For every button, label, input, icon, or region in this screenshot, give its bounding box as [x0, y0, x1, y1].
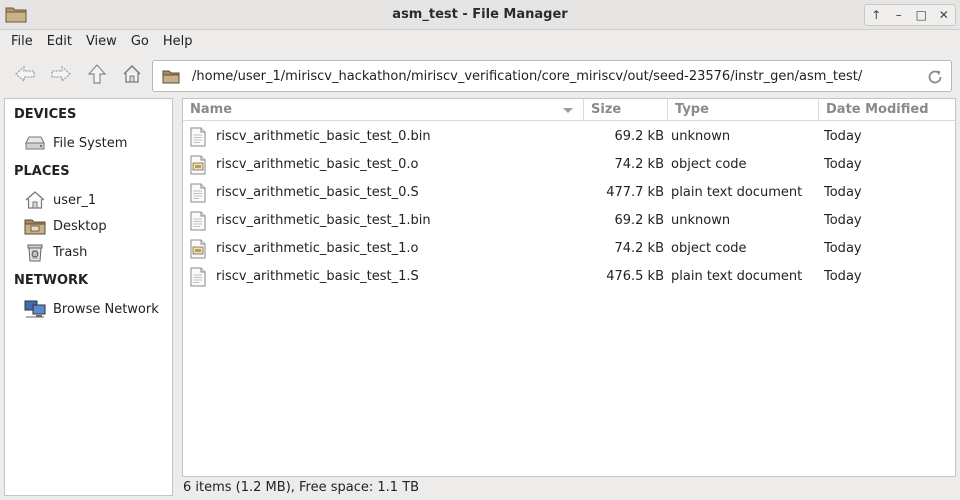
text-file-icon	[189, 267, 209, 287]
file-type: object code	[671, 157, 747, 172]
trash-icon	[24, 242, 46, 262]
menu-edit[interactable]: Edit	[40, 30, 79, 53]
binary-file-icon	[189, 211, 209, 231]
file-name: riscv_arithmetic_basic_test_1.bin	[216, 213, 431, 228]
table-row[interactable]: riscv_arithmetic_basic_test_0.bin 69.2 kB…	[183, 123, 955, 151]
file-date-modified: Today	[824, 185, 862, 200]
maximize-up-button[interactable]: ↑	[865, 5, 888, 25]
column-header-type[interactable]: Type	[668, 99, 819, 121]
section-header-network: NETWORK	[14, 273, 89, 288]
column-header-name[interactable]: Name	[183, 99, 584, 121]
file-date-modified: Today	[824, 241, 862, 256]
file-size: 477.7 kB	[606, 185, 664, 200]
side-pane: DEVICES File System PLACES user_1 Deskto…	[4, 98, 173, 496]
back-arrow-icon	[13, 64, 37, 88]
column-header-size[interactable]: Size	[584, 99, 668, 121]
file-name: riscv_arithmetic_basic_test_1.o	[216, 241, 419, 256]
status-bar: 6 items (1.2 MB), Free space: 1.1 TB	[183, 480, 420, 495]
sidebar-item-trash[interactable]: Trash	[24, 241, 87, 263]
forward-button[interactable]	[47, 62, 75, 90]
table-row[interactable]: riscv_arithmetic_basic_test_1.o 74.2 kB ob…	[183, 235, 955, 263]
home-button[interactable]	[118, 62, 146, 90]
title-bar: asm_test - File Manager ↑ – □ ✕	[0, 0, 960, 30]
folder-icon	[162, 69, 180, 84]
file-date-modified: Today	[824, 157, 862, 172]
sidebar-item-desktop[interactable]: Desktop	[24, 215, 107, 237]
desktop-folder-icon	[24, 216, 46, 236]
file-size: 74.2 kB	[614, 157, 664, 172]
window-title: asm_test - File Manager	[392, 7, 568, 22]
up-arrow-icon	[86, 63, 108, 89]
text-file-icon	[189, 183, 209, 203]
menu-file[interactable]: File	[4, 30, 40, 53]
close-button[interactable]: ✕	[933, 5, 956, 25]
sidebar-item-label: File System	[53, 135, 128, 151]
sidebar-item-user-1[interactable]: user_1	[24, 189, 96, 211]
table-row[interactable]: riscv_arithmetic_basic_test_1.S 476.5 kB p…	[183, 263, 955, 291]
file-size: 74.2 kB	[614, 241, 664, 256]
menu-help[interactable]: Help	[156, 30, 200, 53]
location-bar[interactable]: /home/user_1/miriscv_hackathon/miriscv_v…	[152, 60, 952, 92]
toolbar: /home/user_1/miriscv_hackathon/miriscv_v…	[0, 56, 960, 96]
home-icon	[121, 63, 143, 89]
section-header-places: PLACES	[14, 164, 70, 179]
sidebar-item-browse-network[interactable]: Browse Network	[24, 298, 159, 320]
file-list: Name Size Type Date Modified riscv_arith…	[182, 98, 956, 477]
reload-icon[interactable]	[926, 68, 944, 86]
location-path[interactable]: /home/user_1/miriscv_hackathon/miriscv_v…	[192, 69, 862, 84]
file-name: riscv_arithmetic_basic_test_1.S	[216, 269, 419, 284]
object-file-icon	[189, 239, 209, 259]
file-type: plain text document	[671, 185, 803, 200]
sidebar-item-label: Trash	[53, 244, 88, 260]
column-label: Name	[190, 102, 233, 117]
up-button[interactable]	[83, 62, 111, 90]
table-row[interactable]: riscv_arithmetic_basic_test_1.bin 69.2 kB…	[183, 207, 955, 235]
file-date-modified: Today	[824, 269, 862, 284]
file-size: 69.2 kB	[614, 129, 664, 144]
forward-arrow-icon	[49, 64, 73, 88]
object-file-icon	[189, 155, 209, 175]
sidebar-item-label: Desktop	[53, 218, 107, 234]
home-icon	[24, 190, 46, 210]
table-row[interactable]: riscv_arithmetic_basic_test_0.S 477.7 kB p…	[183, 179, 955, 207]
network-icon	[24, 299, 46, 319]
binary-file-icon	[189, 127, 209, 147]
file-size: 476.5 kB	[606, 269, 664, 284]
menu-bar: File Edit View Go Help	[0, 30, 960, 53]
menu-view[interactable]: View	[79, 30, 124, 53]
file-type: unknown	[671, 129, 731, 144]
sort-descending-icon	[563, 108, 573, 113]
file-name: riscv_arithmetic_basic_test_0.bin	[216, 129, 431, 144]
file-type: unknown	[671, 213, 731, 228]
column-header-date-modified[interactable]: Date Modified	[819, 99, 955, 121]
file-date-modified: Today	[824, 213, 862, 228]
sidebar-item-file-system[interactable]: File System	[24, 132, 127, 154]
file-type: plain text document	[671, 269, 803, 284]
drive-icon	[24, 133, 46, 153]
column-header-row: Name Size Type Date Modified	[183, 99, 955, 121]
table-row[interactable]: riscv_arithmetic_basic_test_0.o 74.2 kB ob…	[183, 151, 955, 179]
file-type: object code	[671, 241, 747, 256]
maximize-button[interactable]: □	[910, 5, 933, 25]
file-date-modified: Today	[824, 129, 862, 144]
file-name: riscv_arithmetic_basic_test_0.o	[216, 157, 419, 172]
window-controls: ↑ – □ ✕	[864, 4, 956, 26]
minimize-button[interactable]: –	[888, 5, 911, 25]
back-button[interactable]	[11, 62, 39, 90]
file-name: riscv_arithmetic_basic_test_0.S	[216, 185, 419, 200]
sidebar-item-label: Browse Network	[53, 301, 159, 317]
menu-go[interactable]: Go	[124, 30, 156, 53]
section-header-devices: DEVICES	[14, 107, 77, 122]
file-size: 69.2 kB	[614, 213, 664, 228]
sidebar-item-label: user_1	[53, 192, 97, 208]
